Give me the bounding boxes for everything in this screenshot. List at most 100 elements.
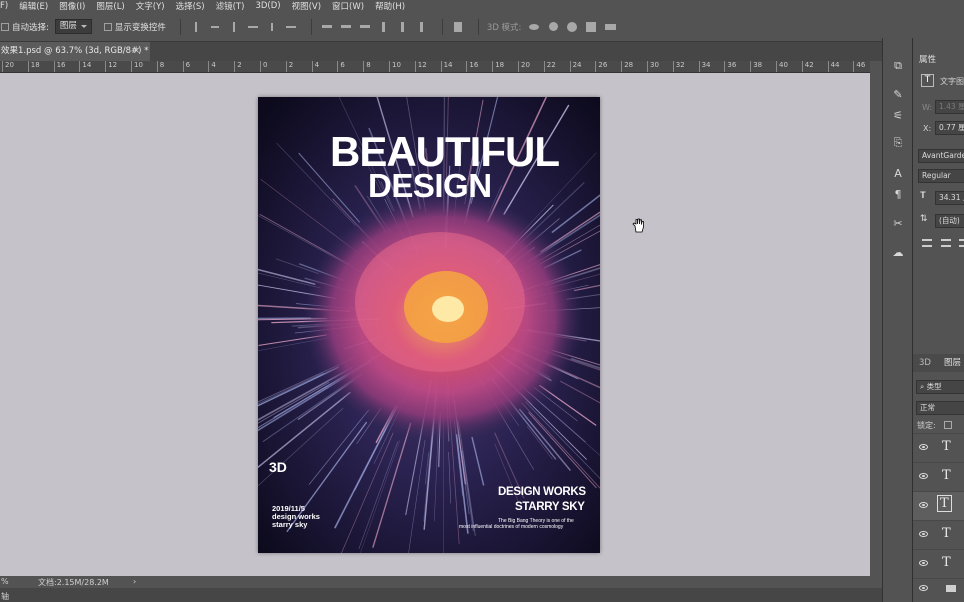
ruler-tick-label: 2 bbox=[234, 61, 242, 72]
menu-edit[interactable]: 编辑(E) bbox=[19, 0, 48, 12]
brush-icon[interactable]: ✎ bbox=[890, 86, 906, 102]
clone-source-icon[interactable]: ⎘ bbox=[890, 135, 906, 151]
layer-filter-select[interactable]: ⌕ 类型 bbox=[916, 380, 964, 394]
character-icon[interactable]: A bbox=[890, 165, 906, 181]
ruler-tick-label: 22 bbox=[543, 61, 556, 72]
menu-file[interactable]: F) bbox=[0, 1, 8, 11]
auto-select-dropdown[interactable]: 图层 bbox=[54, 19, 92, 34]
paragraph-icon[interactable]: ¶ bbox=[890, 186, 906, 202]
document-artwork[interactable]: BEAUTIFUL DESIGN 3D 2019/11/5 design wor… bbox=[258, 97, 600, 553]
panel-icon-strip: ⧉ ✎ ⚟ ⎘ A ¶ ✂ ☁ bbox=[882, 38, 912, 602]
layer-row[interactable]: T bbox=[913, 433, 964, 462]
lock-transparent-icon[interactable] bbox=[944, 421, 952, 429]
width-label: W: bbox=[922, 103, 933, 112]
text-layer-icon: T bbox=[942, 439, 951, 454]
layer-row-selected[interactable]: T bbox=[913, 491, 964, 520]
layer-row[interactable]: T bbox=[913, 462, 964, 491]
document-tab[interactable]: 效果1.psd @ 63.7% (3d, RGB/8#) * × bbox=[0, 42, 150, 61]
zoom-readout[interactable]: % bbox=[1, 577, 9, 586]
menu-view[interactable]: 视图(V) bbox=[292, 0, 321, 12]
status-menu-arrow[interactable]: › bbox=[133, 577, 136, 586]
font-style-select[interactable]: Regular bbox=[918, 169, 964, 183]
visibility-eye-icon[interactable] bbox=[919, 560, 928, 566]
folder-icon bbox=[946, 585, 956, 592]
adjustments-icon[interactable]: ⚟ bbox=[890, 107, 906, 123]
align-center-text-icon[interactable] bbox=[941, 239, 951, 247]
drag-3d-icon[interactable] bbox=[565, 20, 579, 34]
distribute-bottom-icon[interactable] bbox=[358, 20, 372, 34]
distribute-hcenter-icon[interactable] bbox=[396, 20, 410, 34]
layers-panel-header: 3D 图层 bbox=[913, 354, 964, 372]
align-top-icon[interactable] bbox=[189, 20, 203, 34]
ruler-tick-label: 44 bbox=[827, 61, 840, 72]
type-layer-label: 文字图 bbox=[940, 77, 964, 86]
horizontal-ruler[interactable]: 20 18 16 14 12 10 8 6 4 2 0 2 4 6 8 10 12 14 16 18 20 22 24 26 2… bbox=[0, 61, 870, 73]
menu-filter[interactable]: 滤镜(T) bbox=[216, 0, 245, 12]
align-right-text-icon[interactable] bbox=[959, 239, 964, 247]
align-left-text-icon[interactable] bbox=[922, 239, 932, 247]
visibility-eye-icon[interactable] bbox=[919, 444, 928, 450]
properties-tab[interactable]: 属性 bbox=[919, 52, 936, 68]
x-position-field[interactable]: 0.77 厘 bbox=[935, 121, 964, 135]
align-vcenter-icon[interactable] bbox=[208, 20, 222, 34]
ruler-tick-label: 16 bbox=[53, 61, 66, 72]
menu-bar: F) 编辑(E) 图像(I) 图层(L) 文字(Y) 选择(S) 滤镜(T) 3… bbox=[0, 0, 964, 12]
layer-group-row[interactable] bbox=[913, 578, 964, 602]
menu-3d[interactable]: 3D(D) bbox=[255, 1, 280, 11]
orbit-3d-icon[interactable] bbox=[527, 20, 541, 34]
align-left-icon[interactable] bbox=[246, 20, 260, 34]
menu-image[interactable]: 图像(I) bbox=[59, 0, 85, 12]
align-hcenter-icon[interactable] bbox=[265, 20, 279, 34]
leading-field[interactable]: (自动) bbox=[935, 214, 964, 228]
menu-layer[interactable]: 图层(L) bbox=[96, 0, 124, 12]
tab-layers[interactable]: 图层 bbox=[944, 355, 961, 371]
menu-type[interactable]: 文字(Y) bbox=[136, 0, 165, 12]
divider bbox=[310, 18, 312, 35]
distribute-vcenter-icon[interactable] bbox=[339, 20, 353, 34]
visibility-eye-icon[interactable] bbox=[919, 502, 928, 508]
menu-help[interactable]: 帮助(H) bbox=[375, 0, 405, 12]
camera-3d-icon[interactable] bbox=[603, 20, 617, 34]
layer-row[interactable]: T bbox=[913, 520, 964, 549]
history-icon[interactable]: ⧉ bbox=[890, 58, 906, 74]
ruler-tick-label: 30 bbox=[647, 61, 659, 72]
roll-3d-icon[interactable] bbox=[546, 20, 560, 34]
ruler-tick-label: 38 bbox=[750, 61, 762, 72]
ruler-tick-label: 34 bbox=[698, 61, 711, 72]
libraries-icon[interactable]: ☁ bbox=[890, 244, 906, 260]
visibility-eye-icon[interactable] bbox=[919, 585, 928, 591]
slide-3d-icon[interactable] bbox=[584, 20, 598, 34]
distribute-left-icon[interactable] bbox=[377, 20, 391, 34]
divider bbox=[179, 18, 181, 35]
ruler-tick-label: 14 bbox=[79, 61, 91, 72]
distribute-right-icon[interactable] bbox=[415, 20, 429, 34]
ruler-tick-label: 20 bbox=[2, 61, 14, 72]
timeline-label: 轴 bbox=[1, 592, 9, 601]
tab-3d[interactable]: 3D bbox=[919, 355, 931, 371]
show-transform-checkbox[interactable] bbox=[103, 22, 112, 31]
menu-window[interactable]: 窗口(W) bbox=[332, 0, 364, 12]
align-right-icon[interactable] bbox=[284, 20, 298, 34]
type-layer-icon: T bbox=[921, 74, 934, 87]
menu-select[interactable]: 选择(S) bbox=[176, 0, 205, 12]
distribute-top-icon[interactable] bbox=[320, 20, 334, 34]
align-bottom-icon[interactable] bbox=[227, 20, 241, 34]
text-layer-icon: T bbox=[942, 468, 951, 483]
auto-select-checkbox[interactable] bbox=[1, 22, 9, 31]
ruler-tick-label: 10 bbox=[389, 61, 401, 72]
blend-mode-select[interactable]: 正常 bbox=[916, 401, 964, 415]
divider bbox=[441, 18, 443, 35]
visibility-eye-icon[interactable] bbox=[919, 531, 928, 537]
font-family-select[interactable]: AvantGardeG bbox=[918, 149, 964, 163]
auto-align-icon[interactable] bbox=[451, 20, 465, 34]
ruler-tick-label: 8 bbox=[363, 61, 371, 72]
layer-row[interactable]: T bbox=[913, 549, 964, 578]
visibility-eye-icon[interactable] bbox=[919, 473, 928, 479]
tool-presets-icon[interactable]: ✂ bbox=[890, 215, 906, 231]
horizontal-scrollbar[interactable]: 轴 bbox=[0, 588, 882, 602]
artwork-right-line4: most influential doctrines of modern cos… bbox=[459, 524, 564, 530]
close-icon[interactable]: × bbox=[133, 42, 140, 61]
vertical-scrollbar[interactable] bbox=[870, 61, 882, 576]
font-size-field[interactable]: 34.31 点 bbox=[935, 191, 964, 205]
width-field[interactable]: 1.43 厘 bbox=[935, 100, 964, 114]
